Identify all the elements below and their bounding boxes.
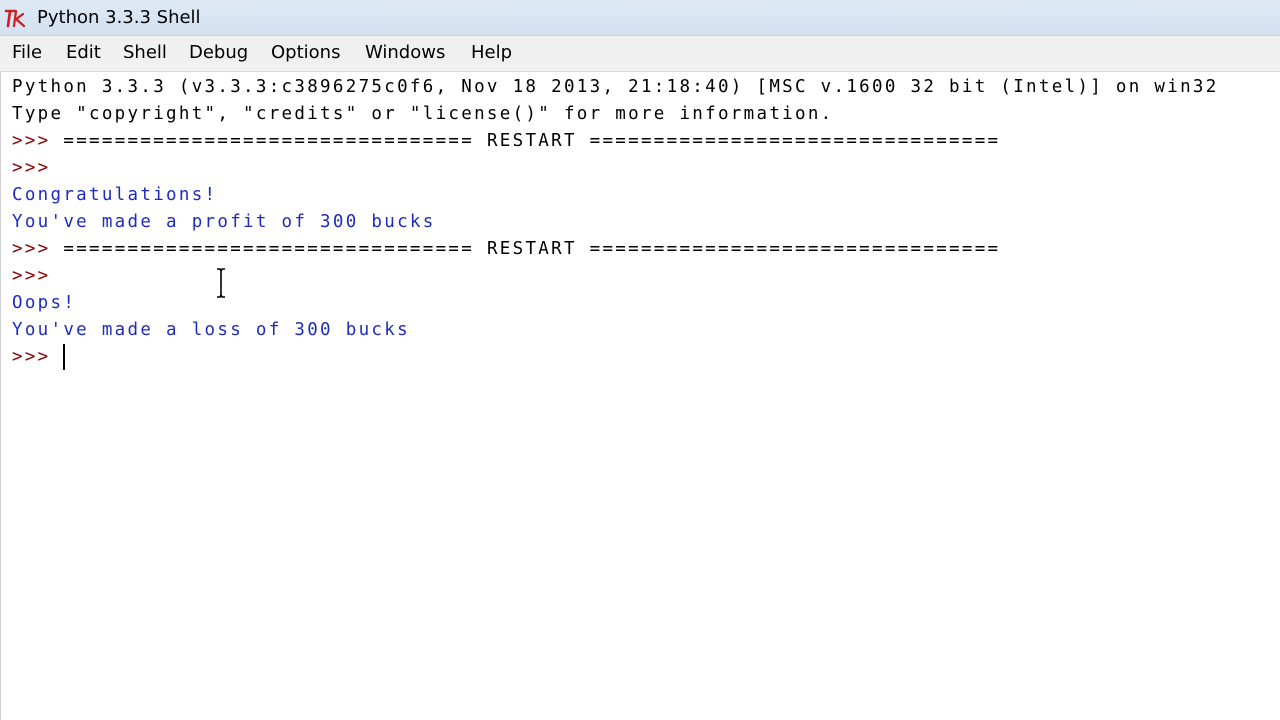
active-prompt-line: >>>	[12, 344, 51, 370]
menu-file[interactable]: File	[12, 42, 42, 64]
prompt: >>>	[12, 266, 51, 286]
window-title: Python 3.3.3 Shell	[37, 7, 201, 28]
menu-help[interactable]: Help	[471, 42, 512, 64]
output-line: You've made a profit of 300 bucks	[12, 212, 436, 232]
restart-line: >>> ================================ RES…	[12, 236, 1000, 262]
ibeam-cursor-icon	[217, 268, 225, 298]
prompt: >>>	[12, 158, 51, 178]
output-line: Oops!	[12, 293, 77, 313]
restart-separator: ================================ RESTART…	[63, 131, 1001, 151]
menu-bar: File Edit Shell Debug Options Windows He…	[0, 36, 1280, 72]
restart-line: >>> ================================ RES…	[12, 128, 1000, 154]
banner-line: Python 3.3.3 (v3.3.3:c3896275c0f6, Nov 1…	[12, 77, 1219, 97]
prompt: >>>	[12, 239, 51, 259]
info-line: Type "copyright", "credits" or "license(…	[12, 104, 834, 124]
prompt-line: >>>	[12, 263, 51, 289]
title-bar[interactable]: Python 3.3.3 Shell	[0, 0, 1280, 36]
prompt: >>>	[12, 347, 51, 367]
prompt-line: >>>	[12, 155, 51, 181]
menu-edit[interactable]: Edit	[66, 42, 101, 64]
text-caret	[63, 344, 65, 370]
menu-options[interactable]: Options	[271, 42, 340, 64]
tk-feather-icon	[4, 9, 26, 28]
menu-debug[interactable]: Debug	[189, 42, 248, 64]
idle-shell-window: Python 3.3.3 Shell File Edit Shell Debug…	[0, 0, 1280, 720]
output-line: Congratulations!	[12, 185, 218, 205]
menu-windows[interactable]: Windows	[365, 42, 445, 64]
output-line: You've made a loss of 300 bucks	[12, 320, 410, 340]
menu-shell[interactable]: Shell	[123, 42, 167, 64]
restart-separator: ================================ RESTART…	[63, 239, 1001, 259]
prompt: >>>	[12, 131, 51, 151]
shell-text-area[interactable]: Python 3.3.3 (v3.3.3:c3896275c0f6, Nov 1…	[0, 72, 1280, 720]
